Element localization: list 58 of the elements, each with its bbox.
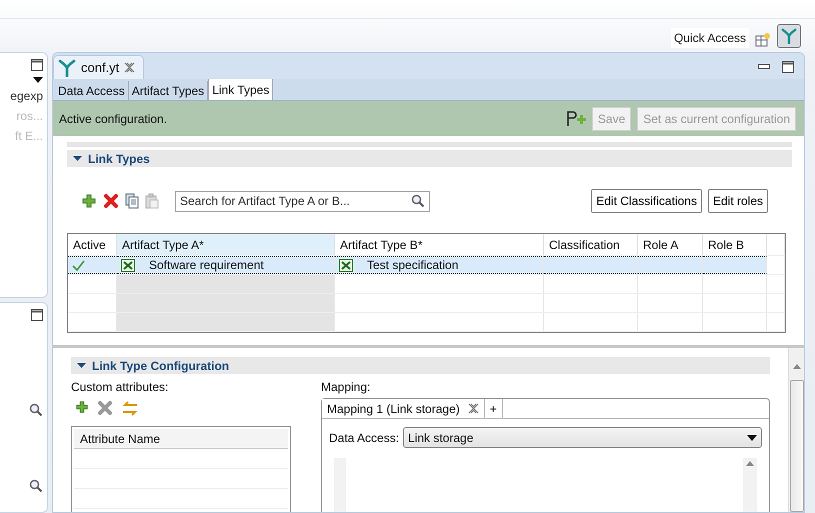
open-perspective-icon[interactable] (755, 32, 771, 48)
editor-tab[interactable]: conf.yt (53, 55, 144, 79)
status-message: Active configuration. (59, 112, 168, 126)
copy-icon[interactable] (125, 193, 139, 209)
search-icon[interactable] (411, 194, 425, 208)
section-title: Link Type Configuration (92, 358, 230, 372)
table-cell[interactable]: Software requirement (117, 256, 335, 274)
data-access-dropdown[interactable]: Link storage (403, 427, 762, 448)
dropdown-arrow-icon[interactable] (747, 434, 757, 440)
search-icon[interactable] (29, 479, 43, 493)
page-tab[interactable]: Link Types (208, 79, 274, 100)
column-header[interactable]: Artifact Type A* (117, 234, 335, 255)
field-label: Custom attributes: (71, 380, 170, 394)
view-item-label: ft E... (14, 129, 43, 143)
spreadsheet-icon (339, 258, 353, 272)
search-field[interactable]: Search for Artifact Type A or B... (175, 190, 430, 212)
add-icon[interactable] (81, 193, 97, 209)
tree-logo-icon (58, 58, 76, 76)
field-label: Data Access: (329, 430, 400, 444)
dropdown-arrow-icon[interactable] (33, 77, 43, 83)
view-item-label: egexp (10, 89, 43, 103)
table-cell[interactable] (703, 256, 767, 274)
paste-icon (145, 193, 159, 209)
close-icon[interactable] (124, 62, 136, 73)
add-icon[interactable] (75, 400, 89, 414)
table-cell[interactable]: Test specification (335, 256, 544, 274)
view-item-label: ros... (16, 109, 43, 123)
page-tab[interactable]: Data Access (55, 81, 129, 100)
action-button[interactable]: Edit roles (708, 189, 768, 213)
scrollbar[interactable] (788, 348, 804, 512)
maximize-icon[interactable] (31, 59, 43, 71)
collapse-icon[interactable] (77, 361, 86, 370)
minimize-icon[interactable] (758, 64, 770, 70)
scroll-up-icon[interactable] (792, 364, 800, 369)
scrollbar[interactable] (743, 458, 757, 512)
table-cell[interactable] (638, 256, 703, 274)
checkmark-icon (72, 260, 85, 270)
add-property-icon[interactable] (566, 110, 586, 128)
table-cell[interactable] (544, 256, 638, 274)
delete-icon[interactable] (103, 193, 119, 209)
scroll-up-icon[interactable] (746, 461, 754, 466)
maximize-icon[interactable] (782, 61, 794, 73)
gutter-strip (334, 458, 346, 512)
spreadsheet-icon (121, 258, 135, 272)
section-title: Link Types (88, 152, 150, 166)
close-tab-icon[interactable] (468, 403, 479, 414)
field-label: Mapping: (321, 380, 372, 394)
maximize-icon[interactable] (31, 309, 43, 321)
search-icon[interactable] (29, 403, 43, 417)
perspective-button[interactable] (777, 24, 801, 48)
column-header[interactable]: Attribute Name (74, 429, 288, 449)
delete-icon[interactable] (97, 400, 113, 416)
quick-access-field[interactable]: Quick Access (670, 28, 749, 48)
mapping-tab[interactable]: Mapping 1 (Link storage) (322, 399, 485, 418)
swap-icon[interactable] (121, 400, 139, 418)
collapse-icon[interactable] (73, 154, 82, 163)
table-cell[interactable] (68, 256, 117, 274)
action-button[interactable]: Edit Classifications (591, 189, 702, 213)
